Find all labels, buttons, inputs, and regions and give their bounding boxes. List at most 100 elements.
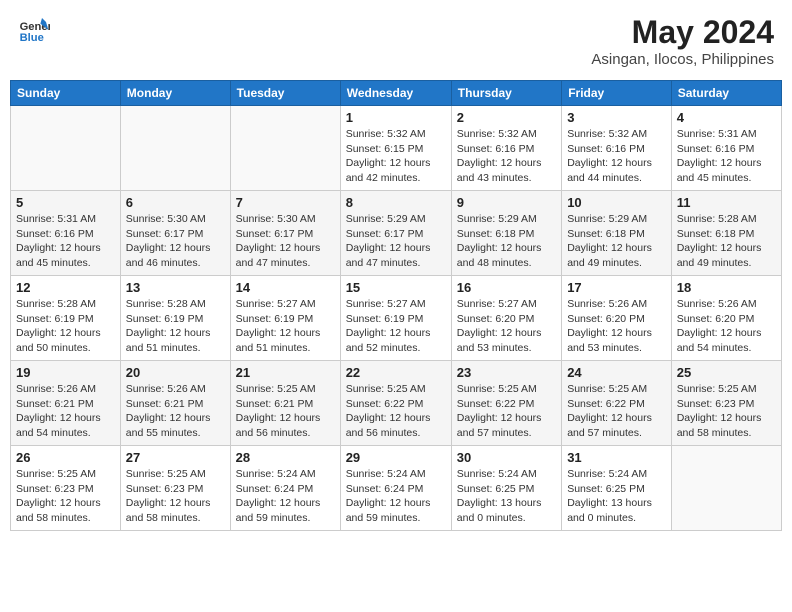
sunset-text: Sunset: 6:17 PM [126,228,204,240]
calendar-cell: 22 Sunrise: 5:25 AMSunset: 6:22 PMDayligh… [340,361,451,446]
day-info: Sunrise: 5:28 AMSunset: 6:18 PMDaylight:… [677,212,776,271]
logo-icon: General Blue [18,14,50,46]
sunrise-text: Sunrise: 5:31 AM [677,128,757,140]
sunset-text: Sunset: 6:24 PM [236,483,314,495]
sunset-text: Sunset: 6:16 PM [567,143,645,155]
day-number: 5 [16,195,115,210]
calendar-cell [11,106,121,191]
svg-text:Blue: Blue [20,32,44,44]
calendar-cell: 21Sunrise: 5:25 AMSunset: 6:21 PMDayligh… [230,361,340,446]
day-info: Sunrise: 5:30 AMSunset: 6:17 PMDaylight:… [126,212,225,271]
sunrise-text: Sunrise: 5:31 AM [16,213,96,225]
sunset-text: Sunset: 6:22 PM [457,398,535,410]
sunrise-text: Sunrise: 5:25 AM [457,383,537,395]
sunrise-text: Sunrise: 5:28 AM [126,298,206,310]
sunset-text: Sunset: 6:20 PM [567,313,645,325]
sunset-text: Sunset: 6:19 PM [16,313,94,325]
sunset-text: Sunset: 6:19 PM [346,313,424,325]
daylight-text: Daylight: 12 hours and 42 minutes. [346,157,431,184]
calendar-cell [671,446,781,531]
daylight-text: Daylight: 12 hours and 56 minutes. [236,412,321,439]
weekday-header-row: SundayMondayTuesdayWednesdayThursdayFrid… [11,81,782,106]
sunset-text: Sunset: 6:25 PM [457,483,535,495]
calendar-cell: 12Sunrise: 5:28 AMSunset: 6:19 PMDayligh… [11,276,121,361]
week-row: 5Sunrise: 5:31 AMSunset: 6:16 PMDaylight… [11,191,782,276]
day-info: Sunrise: 5:25 AMSunset: 6:22 PMDaylight:… [346,382,446,441]
daylight-text: Daylight: 12 hours and 54 minutes. [677,327,762,354]
sunrise-text: Sunrise: 5:26 AM [567,298,647,310]
calendar-cell: 9Sunrise: 5:29 AMSunset: 6:18 PMDaylight… [451,191,561,276]
calendar-cell: 19Sunrise: 5:26 AMSunset: 6:21 PMDayligh… [11,361,121,446]
day-number: 12 [16,280,115,295]
day-number: 9 [457,195,556,210]
daylight-text: Daylight: 12 hours and 57 minutes. [567,412,652,439]
daylight-text: Daylight: 12 hours and 46 minutes. [126,242,211,269]
calendar-cell: 24Sunrise: 5:25 AMSunset: 6:22 PMDayligh… [562,361,672,446]
weekday-header: Wednesday [340,81,451,106]
sunrise-text: Sunrise: 5:29 AM [346,213,426,225]
logo: General Blue [18,14,50,46]
sunset-text: Sunset: 6:21 PM [126,398,204,410]
sunset-text: Sunset: 6:19 PM [126,313,204,325]
daylight-text: Daylight: 12 hours and 54 minutes. [16,412,101,439]
sunset-text: Sunset: 6:15 PM [346,143,424,155]
sunrise-text: Sunrise: 5:29 AM [567,213,647,225]
day-number: 23 [457,365,556,380]
daylight-text: Daylight: 13 hours and 0 minutes. [457,497,542,524]
day-info: Sunrise: 5:32 AMSunset: 6:15 PMDaylight:… [346,127,446,186]
sunset-text: Sunset: 6:23 PM [677,398,755,410]
day-info: Sunrise: 5:24 AMSunset: 6:25 PMDaylight:… [457,467,556,526]
weekday-header: Tuesday [230,81,340,106]
calendar-cell: 8Sunrise: 5:29 AMSunset: 6:17 PMDaylight… [340,191,451,276]
daylight-text: Daylight: 13 hours and 0 minutes. [567,497,652,524]
day-number: 17 [567,280,666,295]
calendar-cell: 15Sunrise: 5:27 AMSunset: 6:19 PMDayligh… [340,276,451,361]
location-subtitle: Asingan, Ilocos, Philippines [591,51,774,68]
day-info: Sunrise: 5:26 AMSunset: 6:21 PMDaylight:… [126,382,225,441]
sunrise-text: Sunrise: 5:26 AM [16,383,96,395]
calendar-cell: 27Sunrise: 5:25 AMSunset: 6:23 PMDayligh… [120,446,230,531]
day-number: 21 [236,365,335,380]
day-info: Sunrise: 5:29 AMSunset: 6:17 PMDaylight:… [346,212,446,271]
sunrise-text: Sunrise: 5:32 AM [567,128,647,140]
calendar-cell: 20Sunrise: 5:26 AMSunset: 6:21 PMDayligh… [120,361,230,446]
sunrise-text: Sunrise: 5:25 AM [346,383,426,395]
day-number: 2 [457,110,556,125]
sunrise-text: Sunrise: 5:32 AM [457,128,537,140]
calendar-cell: 28Sunrise: 5:24 AMSunset: 6:24 PMDayligh… [230,446,340,531]
weekday-header: Sunday [11,81,121,106]
day-number: 26 [16,450,115,465]
day-info: Sunrise: 5:32 AMSunset: 6:16 PMDaylight:… [567,127,666,186]
daylight-text: Daylight: 12 hours and 53 minutes. [457,327,542,354]
title-block: May 2024 Asingan, Ilocos, Philippines [591,14,774,68]
sunset-text: Sunset: 6:20 PM [457,313,535,325]
sunrise-text: Sunrise: 5:30 AM [236,213,316,225]
calendar-cell: 18Sunrise: 5:26 AMSunset: 6:20 PMDayligh… [671,276,781,361]
calendar-cell: 23Sunrise: 5:25 AMSunset: 6:22 PMDayligh… [451,361,561,446]
sunset-text: Sunset: 6:24 PM [346,483,424,495]
sunrise-text: Sunrise: 5:27 AM [457,298,537,310]
calendar-cell: 14Sunrise: 5:27 AMSunset: 6:19 PMDayligh… [230,276,340,361]
sunset-text: Sunset: 6:22 PM [567,398,645,410]
calendar-cell: 6Sunrise: 5:30 AMSunset: 6:17 PMDaylight… [120,191,230,276]
daylight-text: Daylight: 12 hours and 49 minutes. [567,242,652,269]
daylight-text: Daylight: 12 hours and 48 minutes. [457,242,542,269]
day-number: 13 [126,280,225,295]
day-number: 11 [677,195,776,210]
day-number: 7 [236,195,335,210]
day-info: Sunrise: 5:25 AMSunset: 6:22 PMDaylight:… [567,382,666,441]
calendar-cell: 1Sunrise: 5:32 AMSunset: 6:15 PMDaylight… [340,106,451,191]
daylight-text: Daylight: 12 hours and 50 minutes. [16,327,101,354]
sunrise-text: Sunrise: 5:26 AM [126,383,206,395]
sunset-text: Sunset: 6:19 PM [236,313,314,325]
daylight-text: Daylight: 12 hours and 52 minutes. [346,327,431,354]
calendar-cell: 10Sunrise: 5:29 AMSunset: 6:18 PMDayligh… [562,191,672,276]
week-row: 12 Sunrise: 5:28 AM Sunset: 6:19 PM Dayligh… [11,276,782,361]
day-info: Sunrise: 5:26 AMSunset: 6:21 PMDaylight:… [16,382,115,441]
day-number: 22 [346,365,446,380]
daylight-text: Daylight: 12 hours and 45 minutes. [16,242,101,269]
day-info: Sunrise: 5:25 AMSunset: 6:22 PMDaylight:… [457,382,556,441]
calendar-cell: 5Sunrise: 5:31 AMSunset: 6:16 PMDaylight… [11,191,121,276]
weekday-header: Saturday [671,81,781,106]
day-info: Sunrise: 5:24 AMSunset: 6:24 PMDaylight:… [346,467,446,526]
